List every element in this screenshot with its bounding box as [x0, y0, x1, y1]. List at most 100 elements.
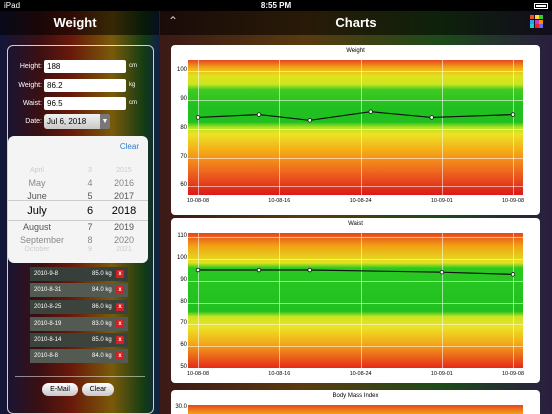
data-point[interactable] [195, 267, 201, 273]
picker-day-selected[interactable]: 6 [80, 205, 100, 217]
y-tick-label: 90 [180, 96, 187, 103]
data-point[interactable] [439, 269, 445, 275]
picker-year-selected[interactable]: 2018 [108, 205, 140, 217]
list-item[interactable]: 2010-8-8 84.0 kg x [30, 349, 128, 363]
picker-month[interactable]: August [12, 222, 62, 232]
data-point[interactable] [368, 109, 373, 114]
series-line [197, 111, 514, 121]
data-point[interactable] [307, 118, 312, 123]
entry-date: 2010-8-25 [34, 304, 62, 310]
data-point[interactable] [256, 267, 262, 273]
weight-plot-area [188, 60, 523, 195]
list-item[interactable]: 2010-9-8 85.0 kg x [30, 267, 128, 281]
picker-month[interactable]: May [12, 178, 62, 188]
picker-year[interactable]: 2021 [108, 246, 140, 253]
y-tick-label: 70 [180, 320, 187, 327]
data-point[interactable] [510, 272, 516, 277]
picker-day[interactable]: 9 [80, 246, 100, 253]
entry-date: 2010-9-8 [34, 271, 59, 277]
picker-month[interactable]: September [12, 235, 72, 245]
list-item[interactable]: 2010-8-14 85.0 kg x [30, 333, 128, 347]
delete-icon[interactable]: x [116, 352, 124, 360]
weight-label: Weight: [18, 82, 42, 89]
y-tick-label: 110 [177, 233, 187, 240]
dropdown-arrow-icon: ▼ [100, 114, 110, 129]
y-tick-label: 50 [180, 364, 187, 370]
picker-month[interactable]: October [12, 246, 62, 253]
data-point[interactable] [307, 267, 312, 273]
picker-day[interactable]: 3 [80, 167, 100, 174]
y-tick-label: 30.0 [175, 404, 187, 410]
picker-year[interactable]: 2017 [108, 191, 140, 201]
list-item[interactable]: 2010-8-19 83.0 kg x [30, 317, 128, 331]
picker-year[interactable]: 2020 [108, 235, 140, 245]
weight-field[interactable]: 86.2 [44, 79, 126, 92]
entry-date: 2010-8-14 [34, 337, 62, 343]
picker-day[interactable]: 7 [80, 222, 100, 232]
picker-month[interactable]: June [12, 191, 62, 201]
picker-year[interactable]: 2015 [108, 167, 140, 174]
weight-chart-panel: Weight 60 70 80 90 100 10-08-08 10-08-16 10-08-… [171, 45, 540, 215]
delete-icon[interactable]: x [116, 286, 124, 294]
date-label: Date: [25, 118, 42, 125]
y-tick-label: 60 [180, 182, 187, 189]
list-item[interactable]: 2010-8-25 86.0 kg x [30, 300, 128, 314]
list-item[interactable]: 2010-8-31 84.0 kg x [30, 283, 128, 297]
x-tick-label: 10-08-08 [186, 371, 210, 377]
picker-clear-button[interactable]: Clear [120, 142, 139, 151]
chart-title: Body Mass Index [332, 393, 379, 399]
y-tick-label: 100 [176, 255, 187, 262]
entries-list: 2010-9-8 85.0 kg x 2010-8-31 84.0 kg x 2… [30, 265, 128, 369]
data-point[interactable] [429, 115, 434, 120]
bmi-plot-area [188, 405, 523, 414]
chart-title: Weight [346, 48, 365, 54]
entry-weight: 85.0 kg [92, 271, 112, 277]
entry-date: 2010-8-8 [34, 353, 59, 359]
status-bar: iPad 8:55 PM [0, 0, 552, 11]
waist-unit: cm [129, 100, 137, 106]
buttons-divider [15, 376, 145, 377]
date-value: Jul 6, 2018 [47, 117, 87, 126]
entry-weight: 86.0 kg [92, 304, 112, 310]
y-tick-label: 60 [180, 342, 187, 349]
data-point[interactable] [510, 112, 516, 117]
picker-year[interactable]: 2016 [108, 178, 140, 188]
color-grid-icon[interactable] [530, 15, 543, 28]
x-tick-label: 10-09-08 [501, 371, 525, 377]
charts-title: Charts [335, 15, 377, 30]
entry-weight: 83.0 kg [92, 321, 112, 327]
battery-icon [531, 0, 548, 11]
entry-weight: 84.0 kg [92, 287, 112, 293]
x-tick-label: 10-08-16 [268, 198, 291, 204]
clear-button[interactable]: Clear [82, 383, 114, 396]
email-button[interactable]: E-Mail [42, 383, 78, 396]
data-point[interactable] [195, 115, 201, 120]
clock: 8:55 PM [260, 1, 292, 10]
picker-selection-line [8, 220, 148, 221]
waist-field[interactable]: 96.5 [44, 97, 126, 110]
height-unit: cm [129, 63, 137, 69]
picker-month[interactable]: April [12, 167, 62, 174]
picker-month-selected[interactable]: July [12, 205, 62, 217]
x-tick-label: 10-09-08 [501, 198, 525, 204]
data-point[interactable] [256, 112, 262, 117]
delete-icon[interactable]: x [116, 320, 124, 328]
grid-line [188, 368, 523, 369]
series-line [198, 269, 514, 275]
height-field[interactable]: 188 [44, 60, 126, 73]
y-tick-label: 100 [176, 67, 187, 74]
picker-day[interactable]: 5 [80, 191, 100, 201]
x-tick-label: 10-08-24 [349, 371, 372, 377]
date-picker-popover[interactable]: Clear April May June July August Septemb… [8, 136, 148, 263]
waist-label: Waist: [22, 100, 42, 107]
x-tick-label: 10-09-01 [430, 198, 453, 204]
picker-year[interactable]: 2019 [108, 222, 140, 232]
delete-icon[interactable]: x [116, 303, 124, 311]
delete-icon[interactable]: x [116, 270, 124, 278]
split-divider [159, 11, 160, 414]
delete-icon[interactable]: x [116, 336, 124, 344]
entry-weight: 84.0 kg [92, 353, 112, 359]
date-picker-button[interactable]: Jul 6, 2018 ▼ [44, 114, 110, 129]
picker-day[interactable]: 4 [80, 178, 100, 188]
picker-day[interactable]: 8 [80, 235, 100, 245]
